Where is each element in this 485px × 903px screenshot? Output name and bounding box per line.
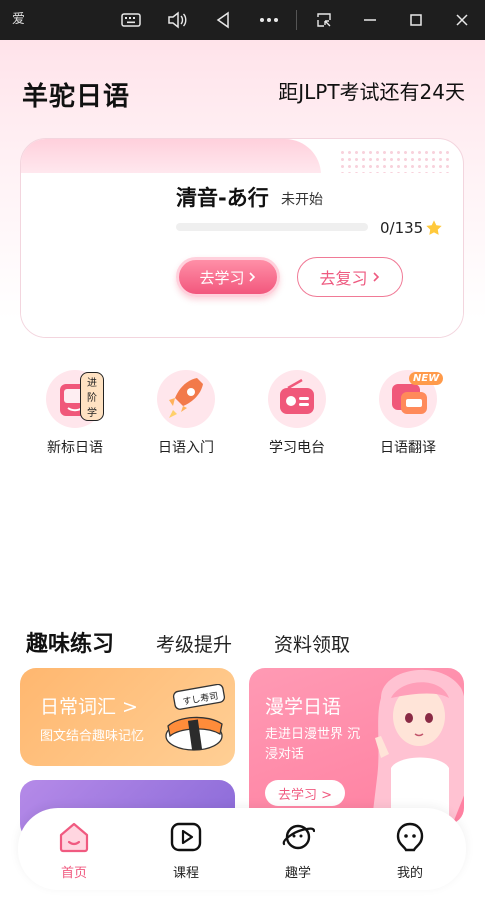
- tab-materials[interactable]: 资料领取: [274, 630, 350, 657]
- manga-card-subtitle: 走进日漫世界 沉浸对话: [265, 727, 361, 762]
- manga-japanese-card[interactable]: 漫学日语 走进日漫世界 沉浸对话 去学习 >: [249, 668, 464, 824]
- nav-home[interactable]: 首页: [18, 808, 130, 890]
- study-button-label: 去学习: [199, 268, 245, 287]
- nav-courses[interactable]: 课程: [130, 808, 242, 890]
- app-label: 爱: [12, 12, 26, 27]
- nav-label: 首页: [60, 866, 87, 881]
- nav-profile[interactable]: 我的: [354, 808, 466, 890]
- chevron-right-icon: [372, 272, 379, 282]
- review-button[interactable]: 去复习: [297, 257, 403, 297]
- bottom-navigation: 首页 课程 趣学 我的: [18, 808, 466, 890]
- volume-icon[interactable]: [165, 8, 189, 32]
- more-icon[interactable]: [257, 8, 281, 32]
- entry-label: 学习电台: [269, 440, 325, 456]
- star-icon: [426, 220, 442, 235]
- system-toolbar: 爱: [0, 0, 485, 40]
- rocket-icon: [157, 370, 215, 428]
- minimize-icon[interactable]: [358, 8, 382, 32]
- practice-tabs: 趣味练习 考级提升 资料领取: [26, 626, 392, 658]
- lesson-title: 清音-あ行: [176, 186, 269, 210]
- toolbar-divider: [296, 10, 297, 30]
- app-title: 羊驼日语: [22, 82, 131, 112]
- translate-icon: NEW: [379, 370, 444, 428]
- lesson-progress-text: 0/135: [380, 219, 424, 237]
- entry-japanese-intro[interactable]: 日语入门: [136, 370, 236, 457]
- manga-card-title: 漫学日语: [265, 696, 342, 718]
- entry-study-radio[interactable]: 学习电台: [247, 370, 347, 457]
- book-icon: 进阶学: [46, 370, 104, 428]
- nav-label: 趣学: [284, 866, 311, 881]
- play-icon: [170, 822, 202, 852]
- tab-level-up[interactable]: 考级提升: [156, 630, 232, 657]
- screenshot-icon[interactable]: [312, 8, 336, 32]
- sushi-icon: すし寿司: [165, 684, 226, 751]
- entry-new-standard-japanese[interactable]: 进阶学 新标日语: [25, 370, 125, 457]
- tab-fun-practice[interactable]: 趣味练习: [26, 626, 114, 658]
- close-icon[interactable]: [450, 8, 474, 32]
- radio-icon: [268, 370, 326, 428]
- entry-label: 新标日语: [47, 440, 103, 456]
- entry-label: 日语入门: [158, 440, 214, 456]
- nav-label: 我的: [396, 866, 423, 881]
- face-icon: [396, 822, 424, 852]
- back-icon[interactable]: [211, 8, 235, 32]
- study-button[interactable]: 去学习: [176, 257, 280, 297]
- nav-fun-learning[interactable]: 趣学: [242, 808, 354, 890]
- entry-japanese-translate[interactable]: NEW 日语翻译: [358, 370, 458, 457]
- manga-study-button[interactable]: 去学习 >: [265, 780, 345, 806]
- chevron-right-icon: [248, 272, 255, 282]
- exam-countdown[interactable]: 距JLPT考试还有24天: [278, 76, 465, 105]
- lesson-progress-bar: [176, 223, 368, 231]
- entry-label: 日语翻译: [380, 440, 436, 456]
- vocab-card-subtitle: 图文结合趣味记忆: [40, 729, 145, 744]
- vocab-card-title: 日常词汇 >: [40, 696, 138, 718]
- lesson-status: 未开始: [281, 192, 323, 208]
- keyboard-icon[interactable]: [119, 8, 143, 32]
- home-icon: [59, 822, 89, 853]
- card-tab-decoration: [21, 139, 321, 175]
- review-button-label: 去复习: [319, 269, 368, 288]
- dot-pattern-decoration: [339, 149, 449, 173]
- nav-label: 课程: [172, 866, 199, 881]
- planet-icon: [282, 824, 315, 850]
- new-badge: NEW: [409, 372, 444, 385]
- advanced-badge: 进阶学: [80, 372, 104, 421]
- lesson-card[interactable]: [20, 138, 464, 338]
- anime-girl-illustration: [371, 669, 464, 824]
- maximize-icon[interactable]: [404, 8, 428, 32]
- daily-vocab-card[interactable]: 日常词汇 > 图文结合趣味记忆 すし寿司: [20, 668, 235, 766]
